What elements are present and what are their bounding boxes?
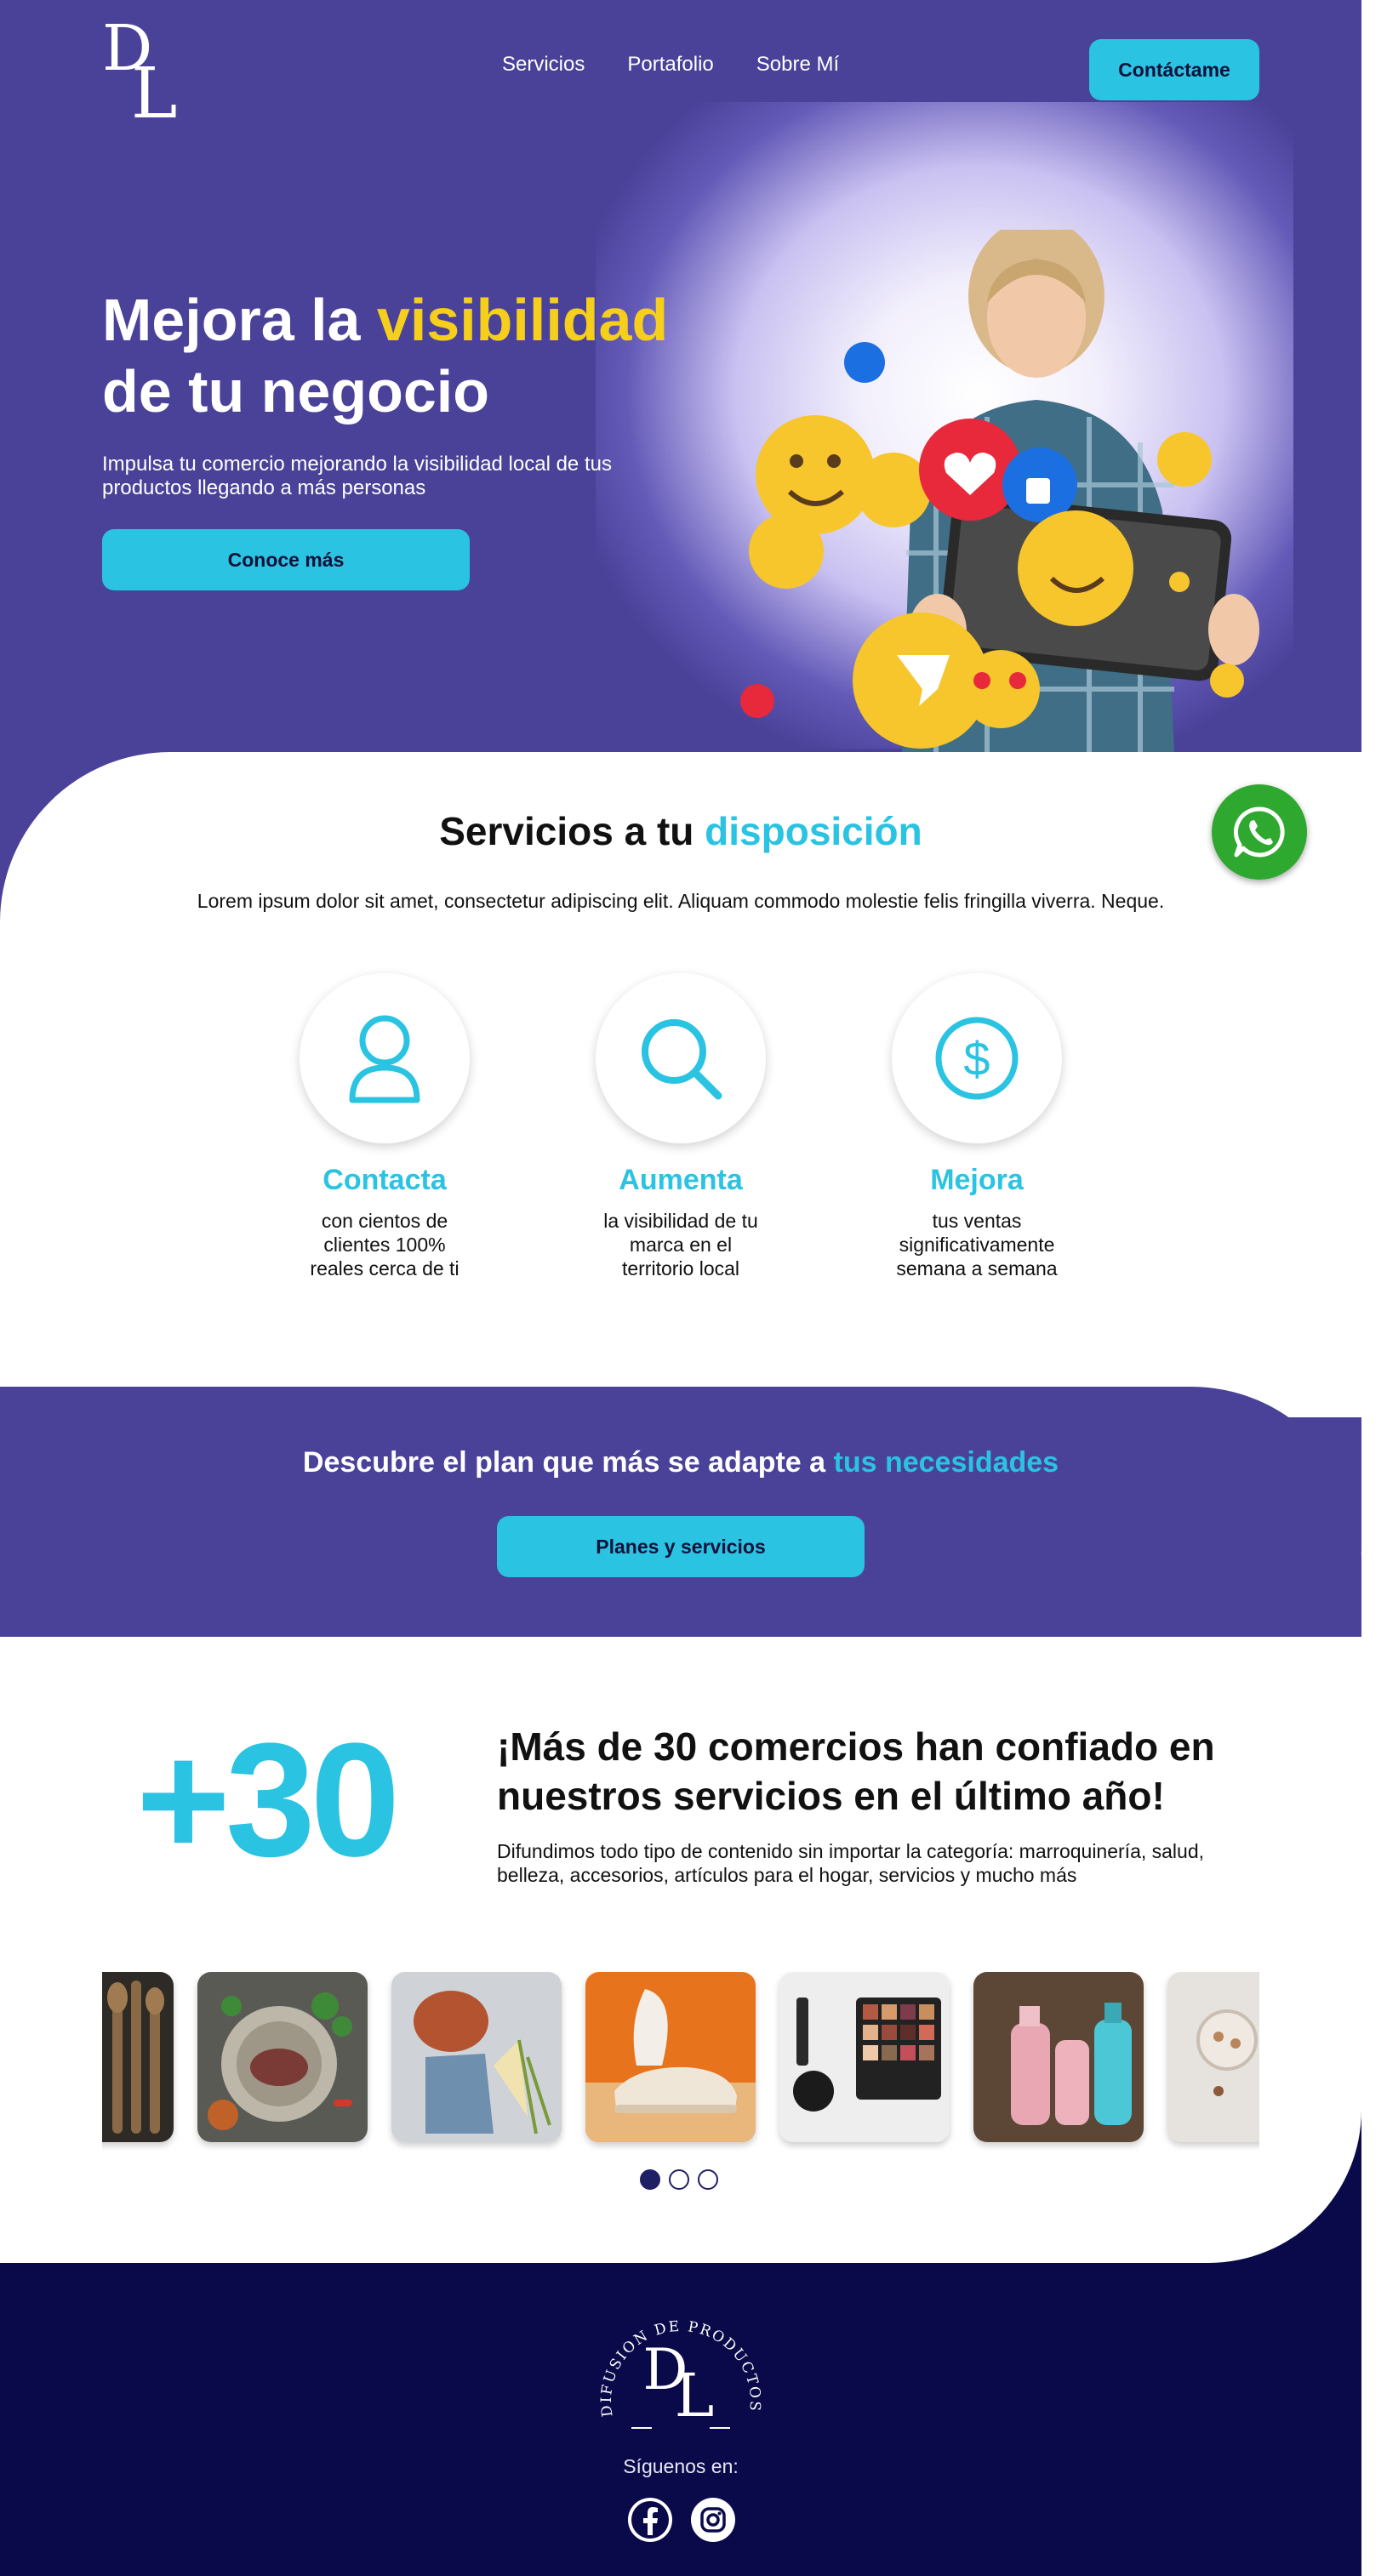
feature-mejora: $ Mejora tus ventas significativamente s… bbox=[866, 973, 1087, 1280]
carousel-dot-3[interactable] bbox=[698, 2169, 718, 2190]
hero-image bbox=[740, 230, 1259, 752]
carousel-dot-2[interactable] bbox=[669, 2169, 689, 2190]
plans-title: Descubre el plan que más se adapte a tus… bbox=[302, 1446, 1059, 1479]
search-icon bbox=[642, 1019, 722, 1100]
hero-section: DL Servicios Portafolio Sobre Mí Contáct… bbox=[0, 0, 1361, 752]
footer-logo: DIFUSION DE PRODUCTOS D L bbox=[598, 2318, 762, 2431]
stats-number: +30 bbox=[136, 1710, 400, 1890]
footer: DIFUSION DE PRODUCTOS D L Síguenos en: bbox=[0, 2263, 1361, 2576]
dollar-icon: $ bbox=[935, 1017, 1019, 1100]
instagram-icon[interactable] bbox=[691, 2498, 735, 2542]
gallery-image-sneaker[interactable] bbox=[585, 1972, 756, 2142]
nav-sobre-mi[interactable]: Sobre Mí bbox=[756, 53, 839, 77]
feature-title: Contacta bbox=[322, 1164, 447, 1196]
gallery-image-jewelry[interactable] bbox=[1167, 1972, 1259, 2142]
plans-button[interactable]: Planes y servicios bbox=[497, 1516, 865, 1577]
brand-logo[interactable]: DL bbox=[102, 17, 179, 129]
feature-title: Aumenta bbox=[619, 1164, 743, 1196]
contact-button[interactable]: Contáctame bbox=[1089, 39, 1259, 100]
gallery-image-clothing-flatlay[interactable] bbox=[391, 1972, 562, 2142]
user-icon bbox=[349, 1015, 420, 1103]
hero-title: Mejora la visibilidad de tu negocio bbox=[102, 287, 669, 425]
stats-title: ¡Más de 30 comercios han confiado en nue… bbox=[497, 1724, 1215, 1818]
feature-aumenta: Aumenta la visibilidad de tu marca en el… bbox=[570, 973, 791, 1280]
services-description: Lorem ipsum dolor sit amet, consectetur … bbox=[197, 890, 1165, 912]
services-title: Servicios a tu disposición bbox=[439, 809, 922, 853]
carousel-dot-1[interactable] bbox=[640, 2169, 660, 2190]
gallery-carousel[interactable] bbox=[102, 1972, 1259, 2151]
stats-section: +30 ¡Más de 30 comercios han confiado en… bbox=[0, 1637, 1361, 2263]
whatsapp-button[interactable] bbox=[1212, 784, 1307, 880]
stats-description: Difundimos todo tipo de contenido sin im… bbox=[497, 1840, 1205, 1886]
feature-desc: tus ventas significativamente semana a s… bbox=[896, 1210, 1058, 1279]
main-nav: Servicios Portafolio Sobre Mí bbox=[502, 53, 839, 77]
whatsapp-icon bbox=[1233, 806, 1285, 858]
gallery-image-cosmetic-bottles[interactable] bbox=[973, 1972, 1144, 2142]
nav-portafolio[interactable]: Portafolio bbox=[627, 53, 713, 77]
plans-banner: Descubre el plan que más se adapte a tus… bbox=[0, 1387, 1361, 1637]
facebook-icon[interactable] bbox=[628, 2498, 672, 2542]
gallery-image-food-plate[interactable] bbox=[197, 1972, 368, 2142]
gallery-image-wooden-utensils[interactable] bbox=[102, 1972, 174, 2142]
carousel-dots bbox=[640, 2169, 718, 2190]
feature-desc: la visibilidad de tu marca en el territo… bbox=[603, 1210, 758, 1279]
feature-title: Mejora bbox=[930, 1164, 1024, 1196]
learn-more-button[interactable]: Conoce más bbox=[102, 529, 470, 590]
follow-label: Síguenos en: bbox=[623, 2455, 739, 2477]
svg-text:$: $ bbox=[963, 1032, 990, 1086]
services-section: Servicios a tu disposición Lorem ipsum d… bbox=[0, 752, 1361, 1417]
feature-contacta: Contacta con cientos de clientes 100% re… bbox=[274, 973, 495, 1280]
landing-page: DL Servicios Portafolio Sobre Mí Contáct… bbox=[0, 0, 1361, 2576]
hero-subtitle: Impulsa tu comercio mejorando la visibil… bbox=[102, 453, 612, 499]
nav-servicios[interactable]: Servicios bbox=[502, 53, 585, 77]
social-links bbox=[628, 2498, 735, 2542]
svg-text:L: L bbox=[675, 2361, 714, 2431]
gallery-image-makeup-palette[interactable] bbox=[779, 1972, 950, 2142]
feature-desc: con cientos de clientes 100% reales cerc… bbox=[310, 1210, 459, 1279]
